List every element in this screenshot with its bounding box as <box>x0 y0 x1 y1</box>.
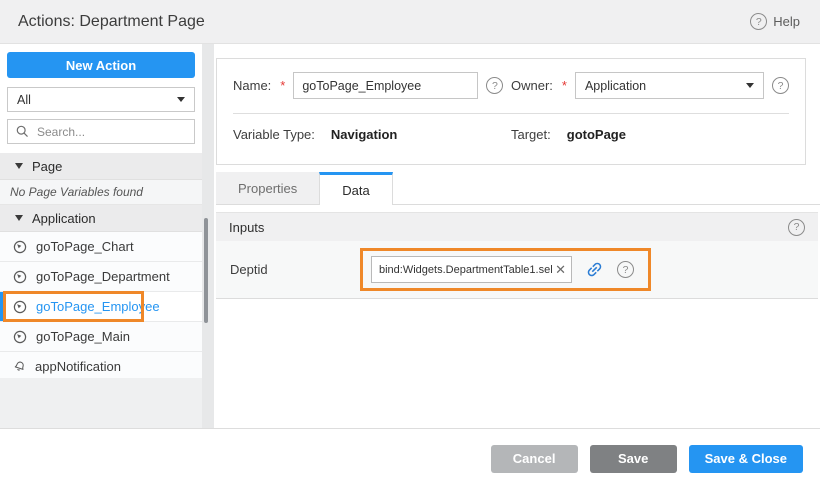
sidebar-item-gotopage-employee[interactable]: goToPage_Employee <box>0 292 202 322</box>
required-marker: * <box>280 78 285 93</box>
name-input[interactable] <box>293 72 478 99</box>
deptid-field-row: Deptid bind:Widgets.DepartmentTable1.sel… <box>216 241 818 299</box>
tree-item-label: goToPage_Chart <box>36 239 134 254</box>
tree-group-page[interactable]: Page <box>0 153 202 180</box>
navigation-icon <box>13 330 27 344</box>
tree-item-label: goToPage_Employee <box>36 299 160 314</box>
search-input[interactable] <box>35 124 194 140</box>
tree-group-application[interactable]: Application <box>0 205 202 232</box>
detail-tabbar: Properties Data <box>216 172 820 205</box>
tree-item-label: goToPage_Department <box>36 269 170 284</box>
tree-item-label: appNotification <box>35 359 121 374</box>
navigation-icon <box>13 270 27 284</box>
sidebar-item-gotopage-main[interactable]: goToPage_Main <box>0 322 202 352</box>
deptid-help-icon[interactable]: ? <box>617 261 634 278</box>
bind-link-icon[interactable] <box>585 260 604 279</box>
new-action-button[interactable]: New Action <box>7 52 195 78</box>
deptid-bind-value: bind:Widgets.DepartmentTable1.selec <box>379 264 553 276</box>
filter-dropdown[interactable]: All <box>7 87 195 112</box>
inputs-section-title: Inputs <box>229 220 264 235</box>
scrollbar-thumb[interactable] <box>204 218 208 323</box>
inputs-help-icon[interactable]: ? <box>788 219 805 236</box>
variable-type-value: Navigation <box>331 127 397 142</box>
help-icon: ? <box>750 13 767 30</box>
collapse-caret-icon <box>15 215 23 221</box>
tab-properties[interactable]: Properties <box>216 172 319 204</box>
search-icon <box>16 125 29 138</box>
navigation-icon <box>13 300 27 314</box>
action-summary-panel: Name: * ? Owner: * Application ? <box>216 58 806 165</box>
collapse-caret-icon <box>15 163 23 169</box>
annotation-highlight-box: bind:Widgets.DepartmentTable1.selec ✕ ? <box>360 248 651 291</box>
sidebar-item-gotopage-chart[interactable]: goToPage_Chart <box>0 232 202 262</box>
deptid-label: Deptid <box>230 262 360 277</box>
sidebar-filler <box>0 378 202 428</box>
filter-selected-value: All <box>17 93 31 107</box>
clear-binding-icon[interactable]: ✕ <box>553 263 568 276</box>
name-help-icon[interactable]: ? <box>486 77 503 94</box>
panel-divider <box>202 44 214 428</box>
navigation-icon <box>13 240 27 254</box>
owner-help-icon[interactable]: ? <box>772 77 789 94</box>
owner-label: Owner: <box>511 78 553 93</box>
save-and-close-button[interactable]: Save & Close <box>689 445 803 473</box>
cancel-button[interactable]: Cancel <box>491 445 578 473</box>
owner-select[interactable]: Application <box>575 72 764 99</box>
save-button[interactable]: Save <box>590 445 677 473</box>
variable-type-label: Variable Type: <box>233 127 315 142</box>
tree-group-label: Page <box>32 159 62 174</box>
tree-item-label: goToPage_Main <box>36 329 130 344</box>
variables-sidebar: New Action All Page No Page Variables fo… <box>0 44 202 428</box>
help-label: Help <box>773 14 800 29</box>
bell-icon <box>13 360 26 374</box>
target-value: gotoPage <box>567 127 626 142</box>
target-label: Target: <box>511 127 551 142</box>
owner-selected-value: Application <box>585 79 646 93</box>
page-title: Actions: Department Page <box>18 13 205 31</box>
deptid-bind-input[interactable]: bind:Widgets.DepartmentTable1.selec ✕ <box>371 256 572 283</box>
actions-dialog: Actions: Department Page ? Help New Acti… <box>0 0 820 488</box>
dialog-footer: Cancel Save Save & Close <box>0 428 820 488</box>
tab-data[interactable]: Data <box>319 172 392 205</box>
help-link[interactable]: ? Help <box>750 13 800 30</box>
page-empty-message: No Page Variables found <box>0 180 202 205</box>
sidebar-item-gotopage-department[interactable]: goToPage_Department <box>0 262 202 292</box>
chevron-down-icon <box>177 97 185 102</box>
inputs-section-header: Inputs ? <box>216 212 818 241</box>
chevron-down-icon <box>746 83 754 88</box>
required-marker: * <box>562 78 567 93</box>
action-detail-panel: Name: * ? Owner: * Application ? <box>214 44 820 428</box>
tree-group-label: Application <box>32 211 96 226</box>
selection-indicator <box>0 292 3 321</box>
name-label: Name: <box>233 78 271 93</box>
search-box[interactable] <box>7 119 195 144</box>
dialog-header: Actions: Department Page ? Help <box>0 0 820 44</box>
inputs-section: Inputs ? Deptid bind:Widgets.DepartmentT… <box>216 212 818 299</box>
